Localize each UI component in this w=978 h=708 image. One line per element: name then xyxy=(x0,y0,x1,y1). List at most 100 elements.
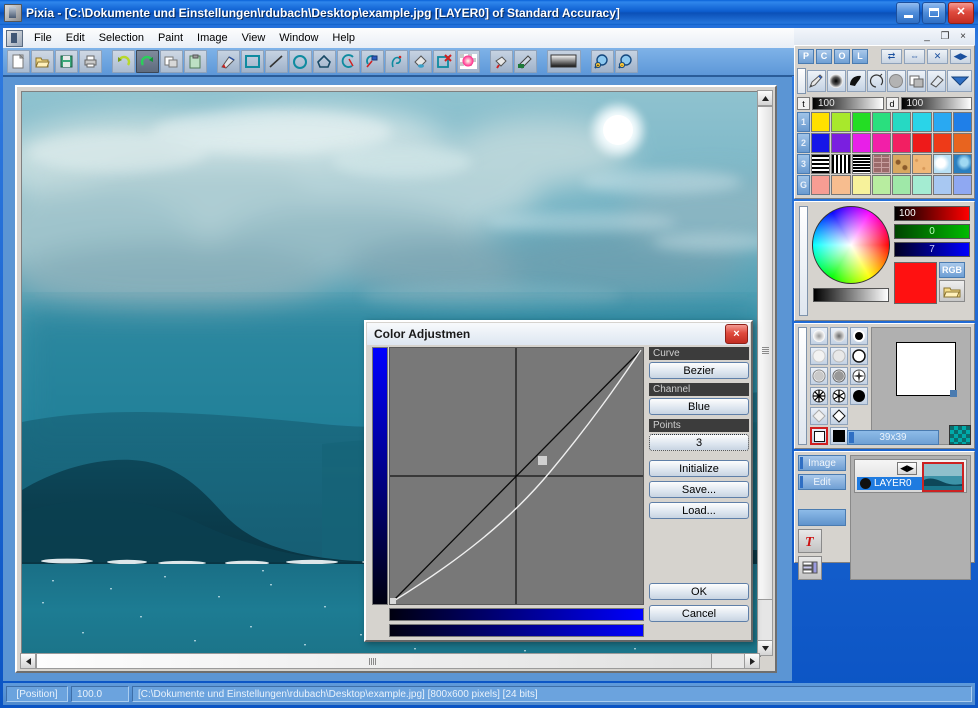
soft-round-1-icon[interactable] xyxy=(810,327,828,345)
save-button[interactable]: Save... xyxy=(649,481,749,498)
curve-editor[interactable] xyxy=(389,347,644,605)
soft-brush-icon[interactable] xyxy=(826,70,846,92)
lasso-outline-icon[interactable] xyxy=(866,70,886,92)
dialog-close-button[interactable]: × xyxy=(725,324,748,344)
menu-edit[interactable]: Edit xyxy=(59,30,92,46)
layer-visibility-icon[interactable] xyxy=(860,478,871,489)
palette-swatch[interactable] xyxy=(932,154,952,174)
ok-button[interactable]: OK xyxy=(649,583,749,600)
layer-color-bar[interactable] xyxy=(798,509,846,526)
menu-paint[interactable]: Paint xyxy=(151,30,190,46)
palette-swatch[interactable] xyxy=(831,175,851,195)
color-wheel[interactable] xyxy=(812,206,890,284)
paste-icon[interactable] xyxy=(184,50,207,73)
dither-fine-icon[interactable] xyxy=(810,367,828,385)
swap-horizontal-icon[interactable]: ⇄ xyxy=(881,48,902,64)
palette-swatch[interactable] xyxy=(892,133,912,153)
dither-dense-icon[interactable] xyxy=(830,367,848,385)
star-burst-icon[interactable] xyxy=(810,387,828,405)
blue-channel-value[interactable]: 7 xyxy=(894,242,970,257)
palette-row-label-2[interactable]: 2 xyxy=(797,133,810,153)
brush-resize-handle[interactable] xyxy=(950,390,957,397)
close-x-icon[interactable]: ✕ xyxy=(927,48,948,64)
text-tool-icon[interactable]: T xyxy=(798,529,822,553)
eraser-icon[interactable] xyxy=(927,70,947,92)
canvas-horizontal-scrollbar[interactable] xyxy=(20,653,760,669)
line-icon[interactable] xyxy=(265,50,288,73)
palette-swatch[interactable] xyxy=(932,175,952,195)
brush-size-field[interactable]: 39x39 xyxy=(847,430,939,445)
palette-swatch[interactable] xyxy=(831,112,851,132)
hard-round-dark-icon[interactable] xyxy=(850,327,868,345)
new-icon[interactable] xyxy=(7,50,30,73)
save-icon[interactable] xyxy=(55,50,78,73)
palette-swatch[interactable] xyxy=(912,154,932,174)
palette-swatch[interactable] xyxy=(811,175,831,195)
diamond-outline-icon[interactable] xyxy=(830,407,848,425)
curve-icon[interactable] xyxy=(337,50,360,73)
pencil-icon[interactable] xyxy=(806,70,826,92)
rgb-mode-button[interactable]: RGB xyxy=(939,262,965,278)
points-value-button[interactable]: 3 xyxy=(649,434,749,451)
palette-swatch[interactable] xyxy=(952,133,972,153)
expand-icon[interactable]: ◀▶ xyxy=(950,48,971,64)
soft-round-4-icon[interactable] xyxy=(830,347,848,365)
diamond-soft-icon[interactable] xyxy=(810,407,828,425)
load-button[interactable]: Load... xyxy=(649,502,749,519)
redo-icon[interactable] xyxy=(136,50,159,73)
palette-swatch[interactable] xyxy=(912,112,932,132)
document-icon[interactable] xyxy=(6,29,23,47)
color-panel-slider[interactable] xyxy=(799,206,808,316)
open-icon[interactable] xyxy=(31,50,54,73)
palette-row-label-g[interactable]: G xyxy=(797,175,810,195)
palette-swatch[interactable] xyxy=(811,112,831,132)
palette-swatch[interactable] xyxy=(871,133,891,153)
palette-swatch[interactable] xyxy=(892,112,912,132)
menu-view[interactable]: View xyxy=(235,30,273,46)
menu-help[interactable]: Help xyxy=(325,30,362,46)
layer-row[interactable]: ◀▶ LAYER0 xyxy=(854,459,967,493)
palette-tab-o[interactable]: O xyxy=(834,48,850,64)
menu-image[interactable]: Image xyxy=(190,30,235,46)
palette-swatch[interactable] xyxy=(952,175,972,195)
curve-type-button[interactable]: Bezier xyxy=(649,362,749,379)
palette-row-label-3[interactable]: 3 xyxy=(797,154,810,174)
palette-swatch[interactable] xyxy=(831,154,851,174)
undo-icon[interactable] xyxy=(112,50,135,73)
palette-icon[interactable] xyxy=(457,50,480,73)
cancel-button[interactable]: Cancel xyxy=(649,605,749,622)
ring-round-icon[interactable] xyxy=(850,347,868,365)
vertical-scroll-thumb[interactable] xyxy=(757,106,773,600)
soft-round-2-icon[interactable] xyxy=(830,327,848,345)
channel-button[interactable]: Blue xyxy=(649,398,749,415)
circle-icon[interactable] xyxy=(289,50,312,73)
green-channel-value[interactable]: 0 xyxy=(894,224,970,239)
polygon-icon[interactable] xyxy=(313,50,336,73)
square-outline-selected-icon[interactable] xyxy=(810,427,828,445)
menu-file[interactable]: File xyxy=(27,30,59,46)
palette-swatch[interactable] xyxy=(932,133,952,153)
collapse-icon[interactable]: ⇔ xyxy=(904,48,925,64)
scroll-up-button[interactable] xyxy=(757,90,773,106)
zoom-in-icon[interactable]: + xyxy=(591,50,614,73)
red-channel-value[interactable]: 100 xyxy=(894,206,970,221)
layer-list[interactable]: ◀▶ LAYER0 xyxy=(850,455,971,580)
grayscale-ramp[interactable] xyxy=(813,288,889,302)
palette-swatch[interactable] xyxy=(811,154,831,174)
palette-swatch[interactable] xyxy=(851,154,871,174)
ink-blob-icon[interactable] xyxy=(846,70,866,92)
bucket-icon[interactable] xyxy=(409,50,432,73)
print-icon[interactable] xyxy=(79,50,102,73)
panel-minimize-button[interactable]: _ xyxy=(919,30,935,43)
square-solid-icon[interactable] xyxy=(830,427,848,445)
d-value[interactable]: 100 xyxy=(900,97,972,110)
palette-swatch[interactable] xyxy=(892,154,912,174)
panel-close-button[interactable]: × xyxy=(955,30,971,43)
horizontal-scroll-thumb[interactable] xyxy=(36,653,712,669)
layer-move-icon[interactable]: ◀▶ xyxy=(897,462,917,475)
rectangle-icon[interactable] xyxy=(241,50,264,73)
layer-thumbnail[interactable] xyxy=(922,462,964,492)
scroll-right-button[interactable] xyxy=(744,653,760,669)
palette-swatch[interactable] xyxy=(892,175,912,195)
fill-icon[interactable] xyxy=(361,50,384,73)
